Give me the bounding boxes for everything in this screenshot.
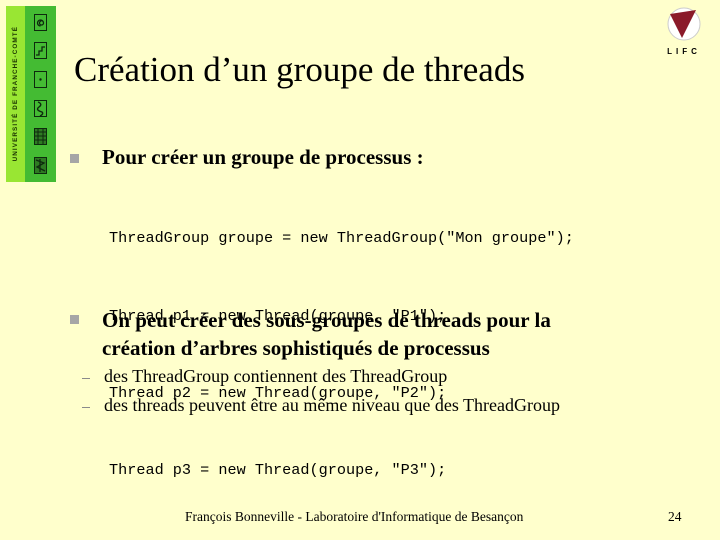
dot-glyph-icon <box>34 71 47 89</box>
page-number: 24 <box>668 509 682 524</box>
bullet-text: Pour créer un groupe de processus : <box>102 145 424 169</box>
code-line: Thread p3 = new Thread(groupe, "P3"); <box>109 460 447 479</box>
dash-bullet-icon <box>82 407 90 408</box>
sub-bullet-text: des threads peuvent être au même niveau … <box>104 395 560 415</box>
bullet-text-line: création d’arbres sophistiqués de proces… <box>102 336 490 360</box>
bullet-text-line: On peut créer des sous-groupes de thread… <box>102 308 551 332</box>
lifc-logo-text: LIFC <box>667 47 701 56</box>
bullet-square-icon <box>70 154 79 163</box>
spiral-glyph-icon <box>34 13 47 31</box>
stair-glyph-icon <box>34 42 47 60</box>
footer-text: François Bonneville - Laboratoire d'Info… <box>185 509 524 524</box>
bullet-square-icon <box>70 315 79 324</box>
squiggle-glyph-icon <box>34 99 47 117</box>
code-line: ThreadGroup groupe = new ThreadGroup("Mo… <box>109 229 574 248</box>
lifc-logo: LIFC <box>652 4 716 56</box>
university-band-icons <box>25 6 56 182</box>
bullet-text: On peut créer des sous-groupes de thread… <box>102 306 551 362</box>
lifc-triangle-icon <box>667 7 701 41</box>
sub-bullet-text: des ThreadGroup contiennent des ThreadGr… <box>104 366 448 386</box>
figure-glyph-icon <box>34 157 47 175</box>
university-band-label: UNIVERSITÉ DE FRANCHE-COMTÉ <box>6 6 25 182</box>
grid-glyph-icon <box>34 128 47 146</box>
slide-title: Création d’un groupe de threads <box>74 50 525 89</box>
university-band: UNIVERSITÉ DE FRANCHE-COMTÉ <box>6 6 56 182</box>
dash-bullet-icon <box>82 378 90 379</box>
